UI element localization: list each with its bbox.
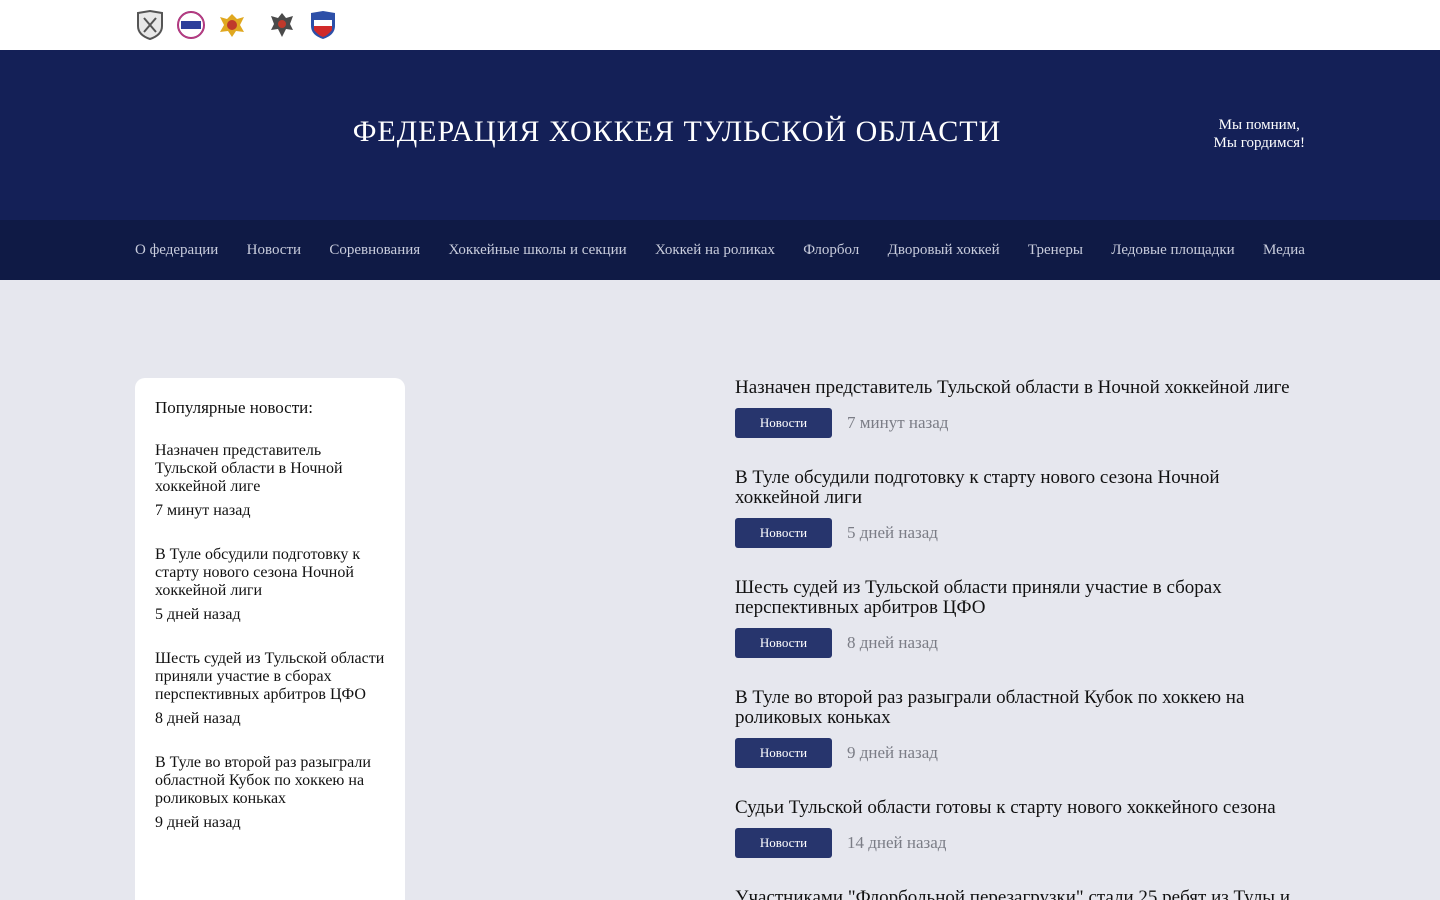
popular-news-heading: Популярные новости: [155, 398, 313, 417]
nav-item-media[interactable]: Медиа [1263, 242, 1305, 259]
site-title[interactable]: ФЕДЕРАЦИЯ ХОККЕЯ ТУЛЬСКОЙ ОБЛАСТИ [0, 115, 1354, 149]
eagle-emblem-icon[interactable] [217, 10, 247, 40]
news-time: 9 дней назад [847, 743, 938, 762]
site-header: ФЕДЕРАЦИЯ ХОККЕЯ ТУЛЬСКОЙ ОБЛАСТИ Мы пом… [0, 50, 1440, 220]
main-content: Популярные новости: Назначен представите… [0, 280, 1440, 900]
news-item: В Туле во второй раз разыграли областной… [735, 688, 1305, 768]
news-category-tag[interactable]: Новости [735, 738, 832, 768]
popular-news-title[interactable]: В Туле обсудили подготовку к старту ново… [155, 546, 385, 600]
russian-eagle-icon[interactable] [267, 10, 297, 40]
news-item: Назначен представитель Тульской области … [735, 378, 1305, 438]
nav-item-about[interactable]: О федерации [135, 242, 218, 259]
list-item: В Туле обсудили подготовку к старту ново… [155, 546, 385, 624]
list-item: Шесть судей из Тульской области приняли … [155, 650, 385, 728]
news-title[interactable]: Назначен представитель Тульской области … [735, 378, 1305, 398]
nav-item-competitions[interactable]: Соревнования [329, 242, 420, 259]
popular-news-title[interactable]: Назначен представитель Тульской области … [155, 442, 385, 496]
news-meta: Новости 7 минут назад [735, 408, 1305, 438]
nav-item-roller-hockey[interactable]: Хоккей на роликах [655, 242, 775, 259]
news-category-tag[interactable]: Новости [735, 408, 832, 438]
nav-item-coaches[interactable]: Тренеры [1028, 242, 1083, 259]
news-category-tag[interactable]: Новости [735, 828, 832, 858]
mhl-shield-icon[interactable] [176, 10, 206, 40]
news-meta: Новости 5 дней назад [735, 518, 1305, 548]
fhr-shield-icon[interactable] [308, 10, 338, 40]
khl-shield-icon[interactable] [135, 10, 165, 40]
nav-item-news[interactable]: Новости [247, 242, 301, 259]
news-time: 7 минут назад [847, 413, 949, 432]
news-feed: Назначен представитель Тульской области … [735, 378, 1305, 900]
list-item: Назначен представитель Тульской области … [155, 442, 385, 520]
popular-news-title[interactable]: Шесть судей из Тульской области приняли … [155, 650, 385, 704]
news-time: 14 дней назад [847, 833, 947, 852]
header-motto[interactable]: Мы помним, Мы гордимся! [1214, 116, 1305, 152]
partner-logos [135, 10, 349, 40]
news-item: Шесть судей из Тульской области приняли … [735, 578, 1305, 658]
popular-news-time: 5 дней назад [155, 606, 241, 623]
news-title[interactable]: Участниками "Флорбольной перезагрузки" с… [735, 888, 1305, 900]
nav-item-schools[interactable]: Хоккейные школы и секции [449, 242, 627, 259]
news-time: 8 дней назад [847, 633, 938, 652]
news-category-tag[interactable]: Новости [735, 518, 832, 548]
news-time: 5 дней назад [847, 523, 938, 542]
motto-line-1: Мы помним, [1218, 117, 1300, 133]
nav-item-ice-rinks[interactable]: Ледовые площадки [1111, 242, 1234, 259]
nav-item-street-hockey[interactable]: Дворовый хоккей [888, 242, 1000, 259]
news-meta: Новости 9 дней назад [735, 738, 1305, 768]
popular-news-panel: Популярные новости: Назначен представите… [135, 378, 405, 900]
popular-news-time: 7 минут назад [155, 502, 251, 519]
news-title[interactable]: В Туле обсудили подготовку к старту ново… [735, 468, 1305, 508]
motto-line-2: Мы гордимся! [1213, 135, 1305, 151]
main-navigation: О федерации Новости Соревнования Хоккейн… [0, 220, 1440, 280]
popular-news-time: 9 дней назад [155, 814, 241, 831]
popular-news-title[interactable]: В Туле во второй раз разыграли областной… [155, 754, 385, 808]
nav-item-floorball[interactable]: Флорбол [803, 242, 859, 259]
news-item: Участниками "Флорбольной перезагрузки" с… [735, 888, 1305, 900]
top-logo-bar [0, 0, 1440, 50]
news-meta: Новости 8 дней назад [735, 628, 1305, 658]
news-category-tag[interactable]: Новости [735, 628, 832, 658]
popular-news-time: 8 дней назад [155, 710, 241, 727]
news-title[interactable]: Судьи Тульской области готовы к старту н… [735, 798, 1305, 818]
list-item: В Туле во второй раз разыграли областной… [155, 754, 385, 832]
news-meta: Новости 14 дней назад [735, 828, 1305, 858]
news-title[interactable]: Шесть судей из Тульской области приняли … [735, 578, 1305, 618]
news-item: В Туле обсудили подготовку к старту ново… [735, 468, 1305, 548]
news-title[interactable]: В Туле во второй раз разыграли областной… [735, 688, 1305, 728]
news-item: Судьи Тульской области готовы к старту н… [735, 798, 1305, 858]
